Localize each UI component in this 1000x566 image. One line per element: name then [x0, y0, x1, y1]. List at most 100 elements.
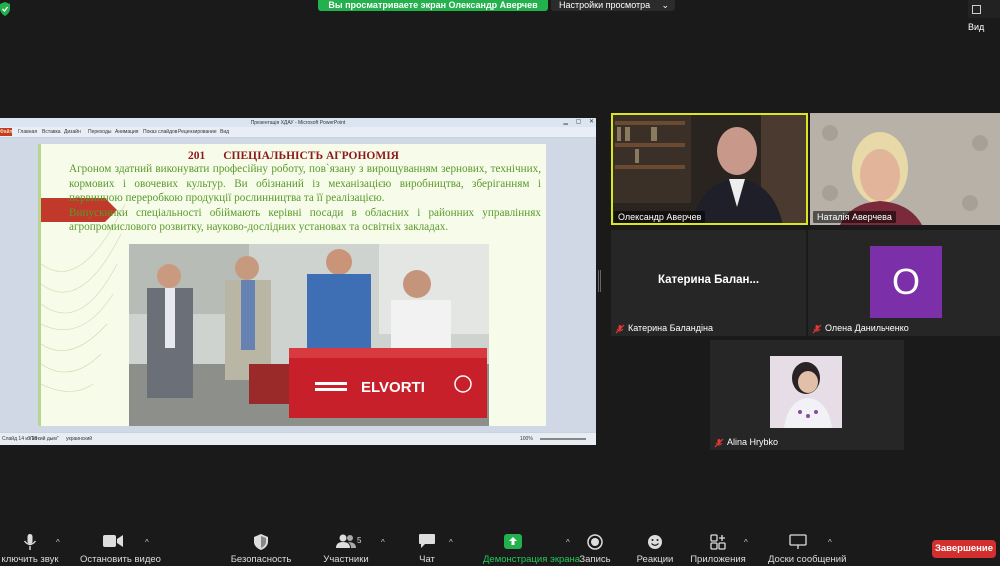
mic-muted-icon: [615, 324, 625, 334]
status-zoom: 100%: [520, 436, 533, 442]
status-theme: "Легкий дым": [28, 436, 59, 442]
ppt-window-title: Презентація ХДАУ - Microsoft PowerPoint: [250, 120, 346, 126]
meeting-toolbar: ключить звук ^ Остановить видео ^ Безопа…: [0, 526, 1000, 566]
microphone-icon: [23, 534, 37, 550]
ribbon-tab: Дизайн: [64, 129, 81, 135]
video-tile-kateryna[interactable]: Катерина Балан... Катерина Баландіна: [611, 230, 806, 336]
mic-muted-icon: [714, 438, 724, 448]
participant-name: Катерина Баландіна: [628, 323, 713, 333]
minimize-icon: ▁: [563, 119, 568, 125]
split-resize-handle[interactable]: [598, 270, 601, 292]
stop-video-label: Остановить видео: [80, 554, 161, 565]
participant-name: Наталія Аверчева: [813, 211, 896, 223]
view-button[interactable]: Вид: [968, 0, 1000, 32]
record-label: Запись: [579, 554, 611, 565]
slide-paragraph: Випускники спеціальності обіймають керів…: [69, 206, 541, 234]
share-screen-button[interactable]: Демонстрация экрана: [483, 526, 580, 566]
chat-button[interactable]: Чат: [418, 526, 436, 566]
slide: 201 СПЕЦІАЛЬНІСТЬ АГРОНОМІЯ Агроном здатн…: [38, 144, 546, 426]
caret-up-icon[interactable]: ^: [828, 538, 832, 547]
ppt-slide-area: 201 СПЕЦІАЛЬНІСТЬ АГРОНОМІЯ Агроном здатн…: [0, 138, 596, 432]
window-controls: ▁ ▢ ✕: [563, 118, 594, 127]
slide-body: Агроном здатний виконувати професійну ро…: [69, 162, 541, 235]
view-settings-label: Настройки просмотра: [559, 0, 651, 10]
participant-display-name: Катерина Балан...: [657, 274, 760, 286]
record-button[interactable]: Запись: [579, 526, 611, 566]
chat-icon: [419, 534, 435, 548]
video-tile-alina[interactable]: Alina Hrybko: [710, 340, 904, 450]
ppt-status-bar: Слайд 14 из 28 "Легкий дым" украинский 1…: [0, 432, 596, 445]
caret-up-icon[interactable]: ^: [56, 538, 60, 547]
ribbon-tab: Переходы: [88, 129, 112, 135]
reactions-label: Реакции: [636, 554, 674, 565]
ribbon-file-tab: Файл: [0, 128, 13, 136]
participant-name-label: Катерина Баландіна: [615, 322, 713, 334]
whiteboard-icon: [789, 534, 807, 549]
slide-heading-title: СПЕЦІАЛЬНІСТЬ АГРОНОМІЯ: [223, 150, 399, 162]
stop-video-button[interactable]: Остановить видео: [80, 526, 161, 566]
participant-name-label: Олена Данильченко: [812, 322, 909, 334]
slide-photo: ELVORTI: [129, 244, 489, 426]
maximize-icon: ▢: [575, 119, 582, 125]
reactions-button[interactable]: Реакции: [637, 526, 673, 566]
end-meeting-button[interactable]: Завершение: [932, 540, 996, 558]
record-icon: [587, 534, 603, 550]
participant-name: Alina Hrybko: [727, 437, 779, 447]
shield-icon: [254, 534, 268, 550]
avatar-photo: [770, 356, 842, 428]
ribbon-tab: Показ слайдов: [143, 129, 178, 135]
participant-video: [611, 113, 808, 225]
participants-button[interactable]: Участники: [323, 526, 369, 566]
ribbon-tab: Рецензирование: [178, 129, 217, 135]
encryption-shield-icon[interactable]: [0, 2, 10, 16]
status-language: украинский: [66, 436, 93, 442]
chevron-down-icon: ⌄: [661, 0, 669, 10]
avatar: [770, 356, 842, 428]
video-tile-oleksandr[interactable]: Олександр Аверчев: [611, 113, 808, 225]
chat-label: Чат: [419, 554, 435, 565]
top-bar: Вы просматриваете экран Олександр Аверче…: [0, 0, 1000, 32]
participants-icon: [336, 534, 356, 548]
security-button[interactable]: Безопасность: [231, 526, 291, 566]
slide-heading-number: 201: [188, 150, 206, 162]
caret-up-icon[interactable]: ^: [449, 538, 453, 547]
smiley-icon: [648, 535, 662, 549]
whiteboards-label: Доски сообщений: [768, 554, 847, 565]
share-screen-label: Демонстрация экрана: [483, 554, 581, 565]
close-icon: ✕: [588, 119, 594, 125]
mute-button[interactable]: ключить звук: [1, 526, 59, 566]
zoom-slider: [540, 438, 586, 440]
screen-share-banner: Вы просматриваете экран Олександр Аверче…: [318, 0, 548, 11]
ribbon-tab: Главная: [18, 129, 38, 135]
apps-button[interactable]: Приложения: [690, 526, 746, 566]
apps-icon: [710, 534, 726, 550]
caret-up-icon[interactable]: ^: [566, 538, 570, 547]
shared-screen: Презентація ХДАУ - Microsoft PowerPoint …: [0, 118, 596, 445]
share-screen-icon: [504, 534, 522, 549]
ribbon-tab: Вставка: [42, 129, 61, 135]
caret-up-icon[interactable]: ^: [145, 538, 149, 547]
view-settings-button[interactable]: Настройки просмотра ⌄: [551, 0, 675, 11]
participant-video: [810, 113, 1000, 225]
video-tile-olena[interactable]: O Олена Данильченко: [808, 230, 1000, 336]
mute-label: ключить звук: [1, 554, 59, 565]
grid-view-icon: [972, 5, 981, 15]
caret-up-icon[interactable]: ^: [381, 538, 385, 547]
mic-muted-icon: [812, 324, 822, 334]
participants-label: Участники: [323, 554, 369, 565]
participant-name: Олена Данильченко: [825, 323, 909, 333]
whiteboards-button[interactable]: Доски сообщений: [768, 526, 846, 566]
slide-paragraph: Агроном здатний виконувати професійну ро…: [69, 163, 541, 204]
apps-label: Приложения: [690, 554, 746, 565]
photo-brand-text: ELVORTI: [361, 379, 425, 396]
ppt-titlebar: Презентація ХДАУ - Microsoft PowerPoint …: [0, 118, 596, 127]
video-tile-nataliia[interactable]: Наталія Аверчева: [810, 113, 1000, 225]
participant-name-label: Alina Hrybko: [714, 436, 778, 448]
ppt-ribbon: Файл Главная Вставка Дизайн Переходы Ани…: [0, 127, 596, 138]
ribbon-tab: Вид: [220, 129, 230, 135]
slide-heading: 201 СПЕЦІАЛЬНІСТЬ АГРОНОМІЯ: [188, 150, 399, 162]
caret-up-icon[interactable]: ^: [744, 538, 748, 547]
participants-count: 5: [357, 536, 362, 545]
photo-men-with-machine: ELVORTI: [129, 244, 489, 426]
view-button-label: Вид: [968, 22, 985, 32]
